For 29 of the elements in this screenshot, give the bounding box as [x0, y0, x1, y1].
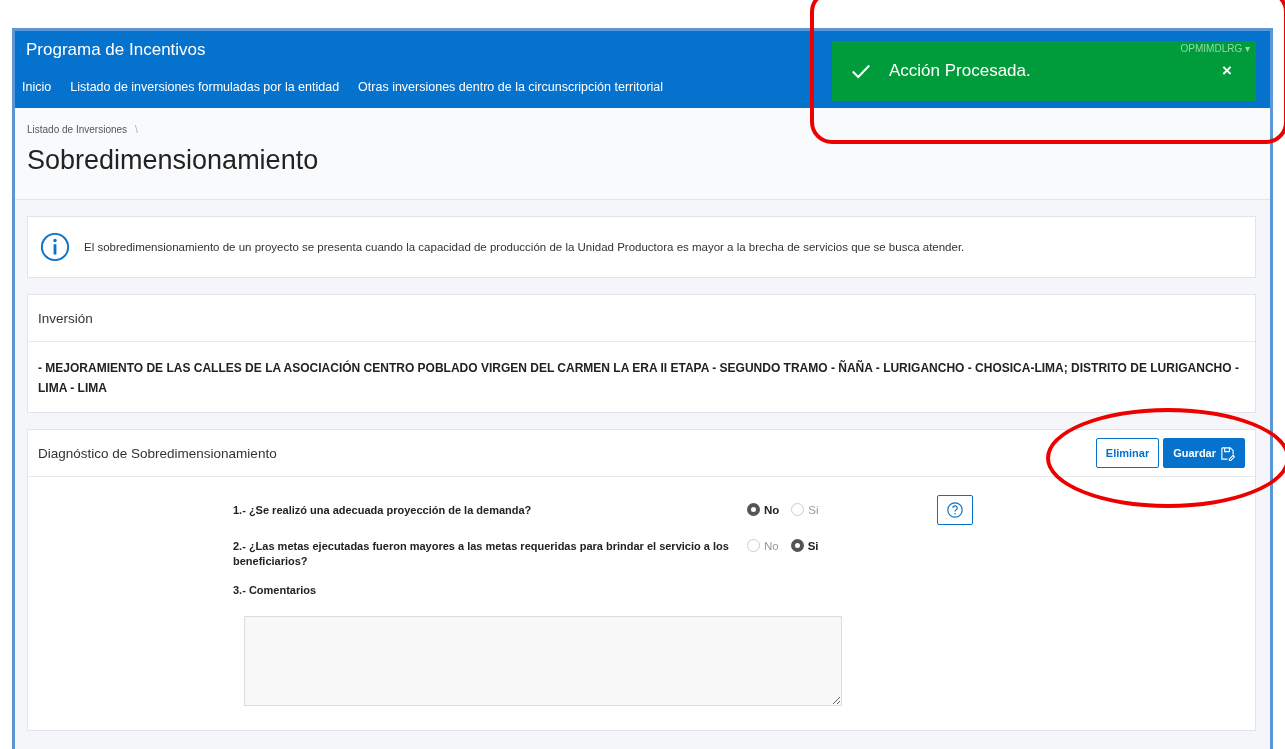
delete-button[interactable]: Eliminar: [1095, 438, 1160, 468]
app-title[interactable]: Programa de Incentivos: [26, 40, 206, 64]
radio-option[interactable]: No: [747, 539, 779, 552]
question-mark-icon: [946, 501, 964, 519]
section-heading: Inversión: [38, 310, 93, 326]
toast-message: Acción Procesada.: [889, 61, 1032, 81]
section-heading: Diagnóstico de Sobredimensionamiento: [38, 445, 277, 461]
help-button[interactable]: [937, 495, 973, 525]
breadcrumb-link[interactable]: Listado de Inversiones: [27, 124, 128, 135]
radio-option[interactable]: Si: [791, 503, 819, 516]
question-label: 2.- ¿Las metas ejecutadas fueron mayores a las metas requeridas para brindar el servicio a los beneficiarios?: [233, 539, 730, 569]
question-label: 3.- Comentarios: [233, 583, 318, 598]
nav-link[interactable]: Otras inversiones dentro de la circunscripción territorial: [358, 80, 664, 94]
save-button[interactable]: Guardar: [1163, 438, 1245, 468]
info-icon: [40, 232, 70, 262]
radio-option[interactable]: No: [747, 503, 780, 516]
close-button[interactable]: ×: [1222, 61, 1232, 81]
comments-field[interactable]: [244, 616, 842, 706]
nav-link[interactable]: Inicio: [22, 80, 52, 94]
page-title: Sobredimensionamiento: [27, 145, 320, 176]
question-label: 1.- ¿Se realizó una adecuada proyección de la demanda?: [233, 503, 533, 518]
radio-button[interactable]: [790, 539, 804, 552]
breadcrumb-separator: \: [135, 124, 138, 135]
radio-button[interactable]: [747, 503, 760, 516]
investment-name: - MEJORAMIENTO DE LAS CALLES DE LA ASOCIACIÓN CENTRO POBLADO VIRGEN DEL CARMEN LA ERA II ETAPA - SEGUNDO TRAMO - ÑAÑA - LURIGANCHO - CHOSICA-LIMA; DISTRITO DE LURIGANCHO - LIMA - LIMA: [37, 359, 1240, 397]
save-icon: [1220, 445, 1235, 461]
radio-option[interactable]: Si: [790, 539, 819, 552]
info-text: El sobredimensionamiento de un proyecto se presenta cuando la capacidad de producción de la Unidad Productora es mayor a la brecha de servicios que se busca atender.: [84, 241, 965, 253]
nav-link[interactable]: Listado de inversiones formuladas por la entidad: [70, 80, 340, 94]
